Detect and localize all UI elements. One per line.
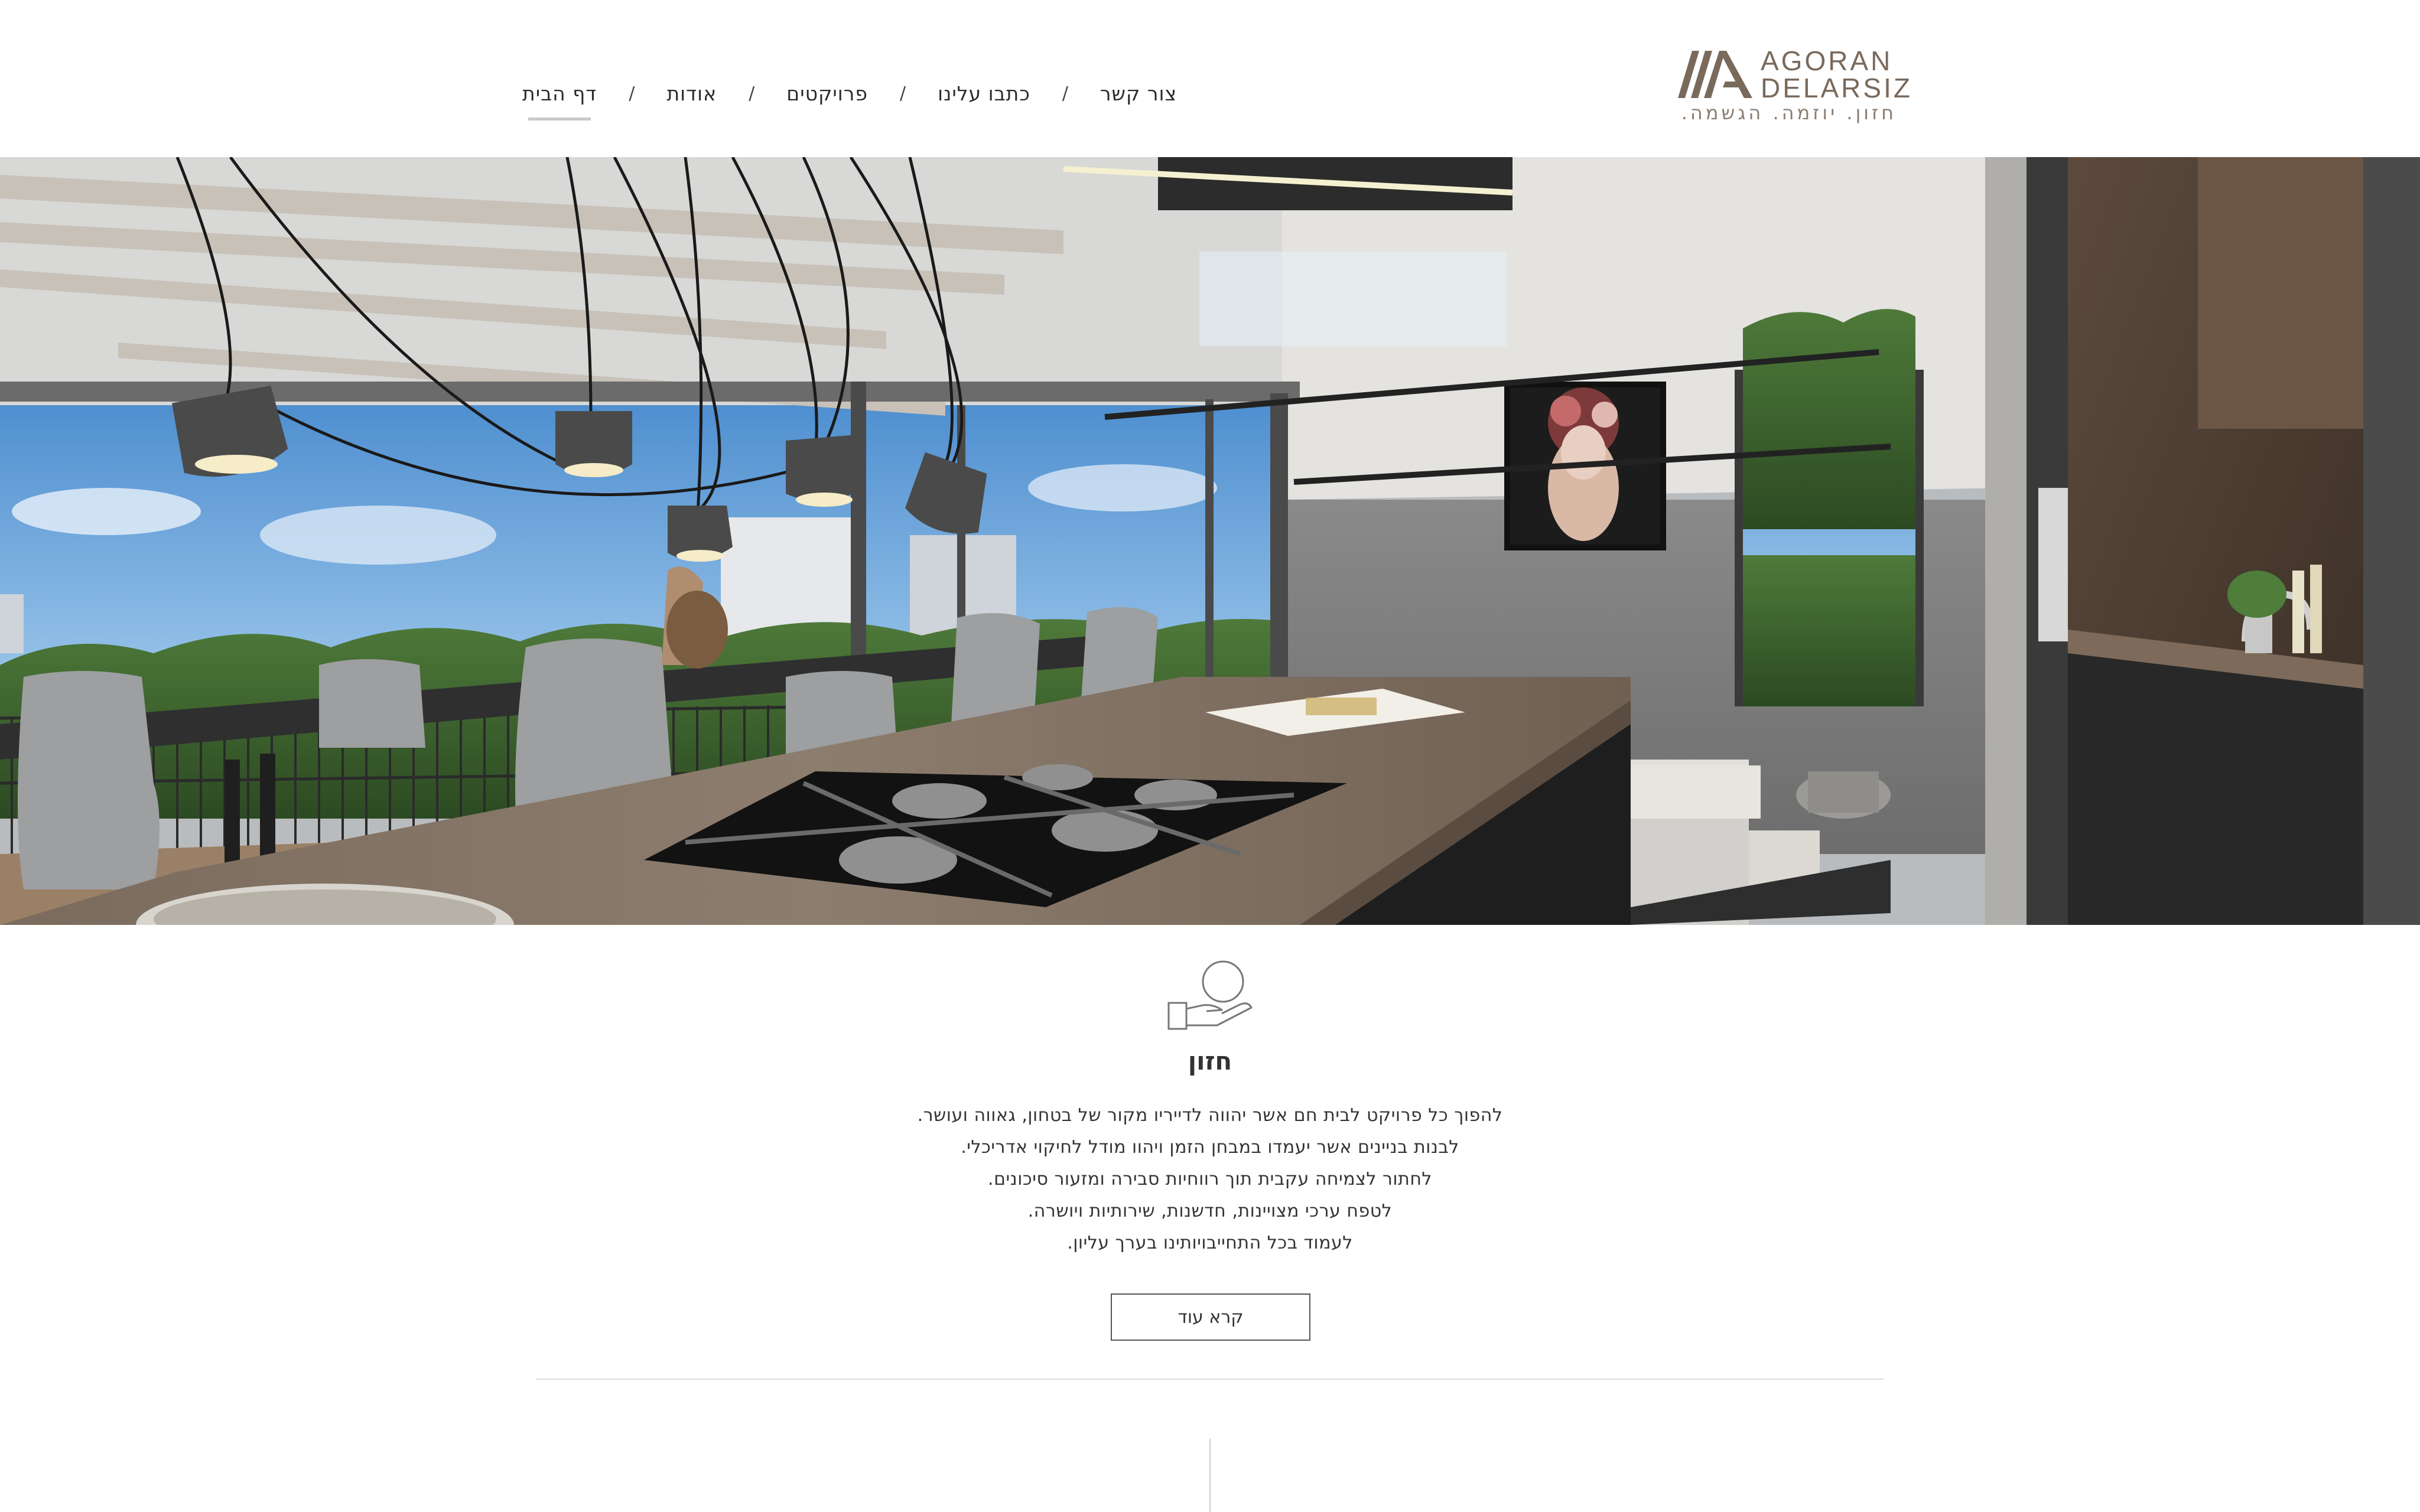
logo-name-line2: DELARSIZ: [1761, 73, 1912, 103]
hero-image: [0, 157, 2420, 925]
nav-item-home[interactable]: דף הבית: [520, 82, 599, 120]
nav-separator: /: [749, 83, 755, 104]
hand-with-coin-icon: [1167, 960, 1253, 1030]
logo-tagline: חזון. יוזמה. הגשמה.: [1681, 102, 1897, 124]
nav-item-contact[interactable]: צור קשר: [1098, 82, 1179, 105]
vision-line: להפוך כל פרויקט לבית חם אשר יהווה לדיירי…: [917, 1105, 1503, 1126]
read-more-button[interactable]: קרא עוד: [1111, 1293, 1310, 1341]
hero-illustration: [0, 157, 2420, 925]
site-header: דף הבית / אודות / פרויקטים / כתבו עלינו …: [0, 0, 2420, 157]
nav-item-about[interactable]: אודות: [664, 82, 719, 105]
nav-separator: /: [629, 83, 635, 104]
nav-item-projects[interactable]: פרויקטים: [784, 82, 870, 105]
vision-text: להפוך כל פרויקט לבית חם אשר יהווה לדיירי…: [678, 1100, 1742, 1259]
section-divider: [536, 1379, 1884, 1380]
vision-line: לעמוד בכל התחייבויותינו בערך עליון.: [1067, 1233, 1353, 1253]
vision-line: לבנות בניינים אשר יעמדו במבחן הזמן ויהוו…: [961, 1137, 1459, 1158]
vision-line: לחתור לצמיחה עקבית תוך רווחיות סבירה ומז…: [988, 1169, 1432, 1190]
logo-name-line1: AGORAN: [1761, 45, 1893, 76]
vision-line: לטפח ערכי מצויינות, חדשנות, שירותיות ויו…: [1027, 1201, 1393, 1221]
nav-separator: /: [1062, 83, 1068, 104]
site-logo[interactable]: AGORAN DELARSIZ חזון. יוזמה. הגשמה.: [1676, 45, 1910, 124]
logo-mark-icon: [1678, 51, 1752, 98]
nav-separator: /: [900, 83, 906, 104]
nav-item-press[interactable]: כתבו עלינו: [935, 82, 1033, 105]
vertical-divider: [1209, 1439, 1211, 1512]
vision-title: חזון: [1188, 1047, 1232, 1076]
main-nav: דף הבית / אודות / פרויקטים / כתבו עלינו …: [520, 70, 1179, 120]
